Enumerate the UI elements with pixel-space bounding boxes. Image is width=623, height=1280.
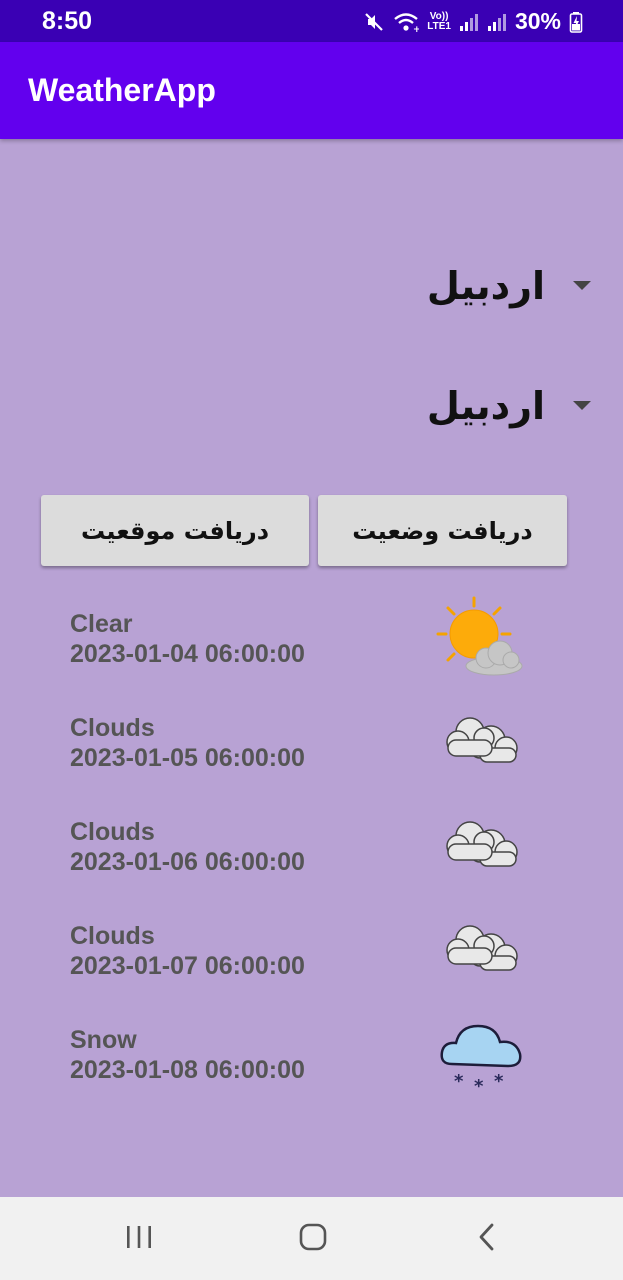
forecast-condition: Clouds [70,818,155,846]
get-location-button[interactable]: دریافت موقعیت [41,495,309,566]
mute-icon [363,11,385,33]
home-button[interactable] [293,1219,333,1259]
battery-charging-icon [569,11,583,33]
snow-cloud-icon: * * * [436,1012,526,1102]
app-title: WeatherApp [28,72,216,108]
signal-icon-2 [487,12,507,32]
forecast-date: 2023-01-06 06:00:00 [70,848,305,876]
signal-icon [459,12,479,32]
lte-label: LTE1 [427,20,451,32]
volte-label: Vo)) [429,10,449,22]
wifi-icon: + [393,11,419,33]
svg-text:*: * [494,1071,504,1092]
forecast-date: 2023-01-07 06:00:00 [70,952,305,980]
forecast-item: Clear 2023-01-04 06:00:00 [70,596,550,690]
forecast-condition: Clear [70,610,133,638]
battery-percent: 30% [514,8,561,34]
home-icon [298,1222,328,1257]
city-spinner[interactable]: اردبیل [191,376,591,436]
forecast-condition: Clouds [70,714,155,742]
forecast-date: 2023-01-08 06:00:00 [70,1056,305,1084]
forecast-item: Snow 2023-01-08 06:00:00 * * * [70,1024,550,1106]
system-nav-bar [0,1197,623,1280]
forecast-item: Clouds 2023-01-05 06:00:00 [70,714,550,794]
forecast-condition: Clouds [70,922,155,950]
status-icons: + Vo)) LTE1 30% [363,8,583,35]
back-icon [475,1222,499,1257]
status-bar: 8:50 + Vo)) LTE1 30% [0,0,623,42]
clouds-icon [436,908,526,998]
dropdown-arrow-icon [573,401,591,410]
forecast-date: 2023-01-05 06:00:00 [70,744,305,772]
app-bar: WeatherApp [0,42,623,139]
forecast-date: 2023-01-04 06:00:00 [70,640,305,668]
forecast-condition: Snow [70,1026,137,1054]
status-time: 8:50 [42,7,93,35]
recent-apps-button[interactable] [119,1219,159,1259]
forecast-item: Clouds 2023-01-06 06:00:00 [70,818,550,898]
svg-text:*: * [454,1071,464,1092]
forecast-item: Clouds 2023-01-07 06:00:00 [70,922,550,1002]
svg-text:*: * [474,1076,484,1097]
sun-behind-cloud-icon [436,596,526,686]
province-spinner-value: اردبیل [426,264,545,308]
dropdown-arrow-icon [573,281,591,290]
svg-text:+: + [413,25,419,33]
province-spinner[interactable]: اردبیل [191,256,591,316]
back-button[interactable] [467,1219,507,1259]
get-status-button[interactable]: دریافت وضعیت [318,495,567,566]
city-spinner-value: اردبیل [426,384,545,428]
volte-indicator: Vo)) LTE1 [427,10,451,32]
clouds-icon [436,804,526,894]
recent-apps-icon [125,1224,153,1255]
clouds-icon [436,700,526,790]
